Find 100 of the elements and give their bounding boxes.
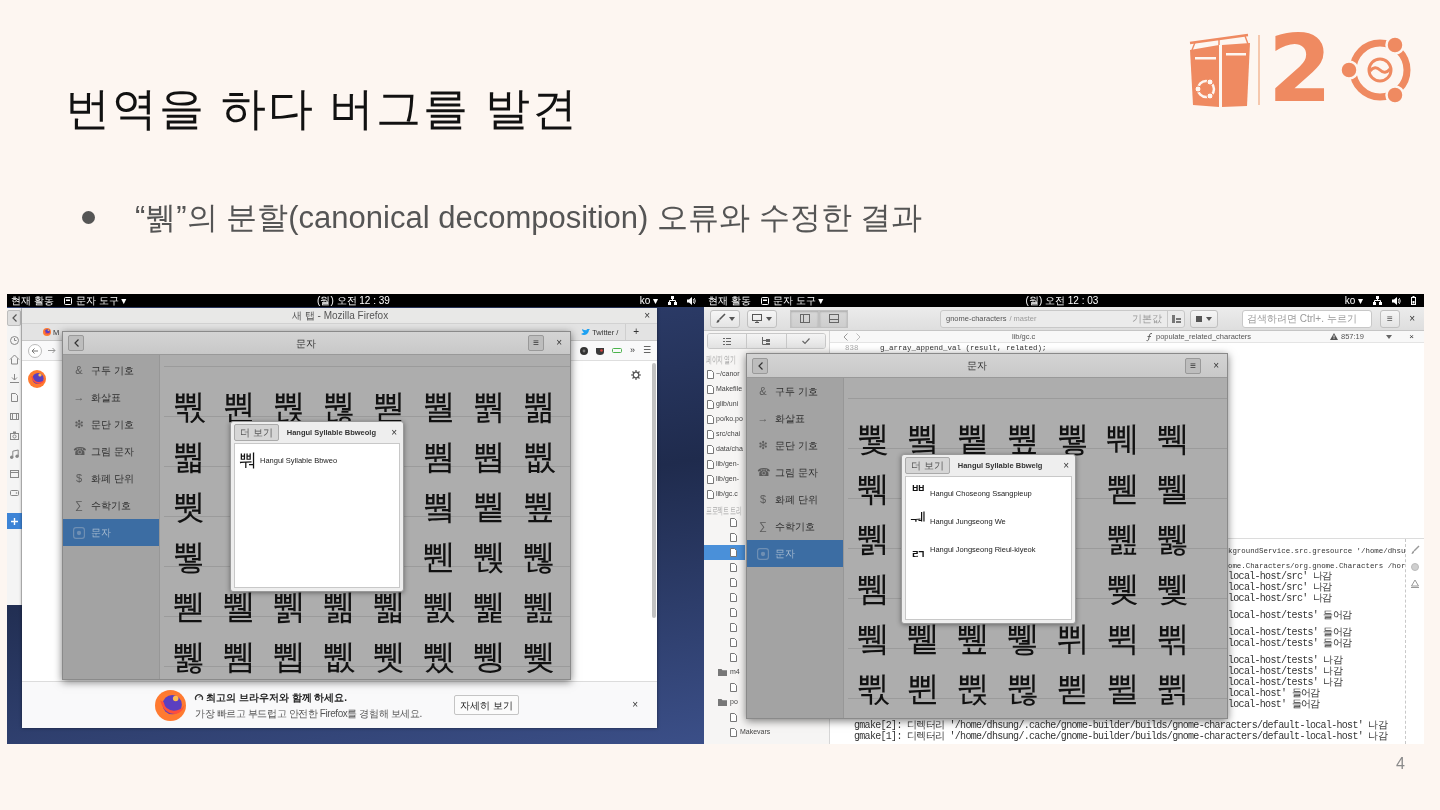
close-button[interactable]: ×	[641, 310, 653, 321]
character-tile[interactable]: 쀈	[422, 539, 456, 574]
character-tile[interactable]: 쀚	[522, 639, 556, 674]
app-menu[interactable]: 문자 도구 ▾	[63, 294, 127, 308]
character-tile[interactable]: 쀒	[1106, 521, 1140, 556]
search-field[interactable]: 검색하려면 Ctrl+. 누르기	[1242, 309, 1372, 328]
character-tile[interactable]: 쀎	[322, 589, 356, 624]
back-button[interactable]	[68, 335, 84, 352]
category-item[interactable]: & 구두 기호	[747, 378, 843, 406]
volume-icon[interactable]	[1392, 296, 1401, 305]
gear-icon[interactable]	[631, 370, 641, 381]
character-tile[interactable]: 쀒	[522, 589, 556, 624]
language-menu[interactable]: ko ▾	[639, 294, 658, 308]
character-tile[interactable]: 쀗	[372, 639, 406, 674]
battery-icon[interactable]	[1411, 296, 1416, 306]
character-tile[interactable]: 쀦	[1006, 671, 1040, 706]
download-icon[interactable]	[9, 374, 19, 384]
category-item[interactable]: ❇ 문단 기호	[63, 411, 159, 439]
menu-button[interactable]: ≡	[1185, 357, 1202, 374]
open-pages-tab[interactable]	[708, 334, 748, 349]
close-button[interactable]: ×	[629, 700, 641, 711]
stop-button[interactable]	[1190, 309, 1218, 328]
learn-more-button[interactable]: 자세히 보기	[454, 695, 519, 716]
character-tile[interactable]: 쀋	[1106, 471, 1140, 506]
character-tile[interactable]: 쀙	[472, 639, 506, 674]
character-tile[interactable]: 쀀	[906, 421, 940, 456]
close-button[interactable]: ×	[1406, 332, 1417, 341]
category-item[interactable]: ❇ 문단 기호	[747, 432, 843, 460]
character-tile[interactable]: 뿸	[422, 439, 456, 474]
character-tile[interactable]: 쀨	[1106, 671, 1140, 706]
drive-icon[interactable]	[9, 488, 19, 498]
back-button[interactable]	[7, 310, 21, 327]
character-tile[interactable]: 뿿	[856, 421, 890, 456]
character-tile[interactable]: 쀅	[1156, 421, 1190, 456]
todo-tab[interactable]	[786, 334, 825, 349]
category-item[interactable]: ☎ 그림 문자	[63, 438, 159, 466]
character-tile[interactable]: 쀝	[906, 621, 940, 656]
shield-icon[interactable]	[595, 346, 604, 355]
document-icon[interactable]	[9, 393, 19, 403]
character-tile[interactable]: 뿲	[522, 389, 556, 424]
app-menu[interactable]: 문자 도구 ▾	[760, 294, 824, 308]
category-item[interactable]: & 구두 기호	[63, 357, 159, 385]
menu-button[interactable]: ≡	[1380, 309, 1400, 328]
category-item[interactable]: ☎ 그림 문자	[747, 459, 843, 487]
character-tile[interactable]: 쀩	[1156, 671, 1190, 706]
character-tile[interactable]: 쀔	[856, 571, 890, 606]
character-tile[interactable]: 쀛	[1156, 571, 1190, 606]
film-icon[interactable]	[9, 412, 19, 422]
build-button[interactable]	[1167, 310, 1184, 327]
character-tile[interactable]: 쀕	[272, 639, 306, 674]
character-tile[interactable]: 뿰	[422, 389, 456, 424]
character-tile[interactable]: 쀄	[1106, 421, 1140, 456]
scrollbar[interactable]	[652, 363, 656, 619]
character-tile[interactable]: 쀍	[856, 521, 890, 556]
character-tile[interactable]: 쀓	[1156, 521, 1190, 556]
character-tile[interactable]: 뿱	[472, 389, 506, 424]
camera-icon[interactable]	[9, 431, 19, 441]
clock[interactable]: (월) 오전 12 : 39	[317, 294, 390, 308]
category-item[interactable]: $ 화폐 단위	[747, 486, 843, 514]
character-tile[interactable]: 쀃	[1056, 421, 1090, 456]
left-panel-toggle[interactable]	[790, 309, 819, 328]
character-tile[interactable]: 뿫	[172, 389, 206, 424]
category-item[interactable]: $ 화폐 단위	[63, 465, 159, 493]
character-tile[interactable]: 쀍	[272, 589, 306, 624]
character-tile[interactable]: 쀔	[222, 639, 256, 674]
language-menu[interactable]: ko ▾	[1344, 294, 1363, 308]
close-button[interactable]: ×	[1210, 360, 1222, 371]
new-tab-button[interactable]: +	[629, 324, 643, 341]
category-item[interactable]: ∑ 수학기호	[63, 492, 159, 520]
volume-icon[interactable]	[687, 296, 696, 305]
character-tile[interactable]: 쀏	[372, 589, 406, 624]
character-tile[interactable]: 쀘	[422, 639, 456, 674]
add-button[interactable]	[7, 513, 22, 530]
character-tile[interactable]: 뿻	[172, 489, 206, 524]
network-icon[interactable]	[1373, 296, 1382, 306]
character-tile[interactable]: 쀂	[522, 489, 556, 524]
character-tile[interactable]: 쀊	[522, 539, 556, 574]
circle-icon[interactable]	[579, 346, 588, 355]
character-tile[interactable]: 쀌	[1156, 471, 1190, 506]
category-item[interactable]: → 화살표	[747, 405, 843, 433]
character-tile[interactable]: 쀟	[1006, 621, 1040, 656]
tree-item[interactable]	[704, 545, 745, 561]
character-tile[interactable]: 뿺	[522, 439, 556, 474]
character-tile[interactable]: 쀓	[172, 639, 206, 674]
character-tile[interactable]: 쀁	[472, 489, 506, 524]
category-item[interactable]: ∑ 수학기호	[747, 513, 843, 541]
character-tile[interactable]: 쀉	[472, 539, 506, 574]
character-tile[interactable]: 쀡	[1106, 621, 1140, 656]
character-tile[interactable]: 뿹	[472, 439, 506, 474]
clock-icon[interactable]	[9, 336, 19, 346]
character-tile[interactable]: 쀀	[422, 489, 456, 524]
character-tile[interactable]: 쀂	[1006, 421, 1040, 456]
character-tile[interactable]: 쀁	[956, 421, 990, 456]
character-tile[interactable]: 쀋	[172, 589, 206, 624]
brush-menu-button[interactable]	[710, 309, 740, 328]
activities-button[interactable]: 현재 활동	[11, 294, 54, 308]
brush-icon[interactable]	[1411, 546, 1419, 555]
character-tile[interactable]: 쀆	[856, 471, 890, 506]
character-tile[interactable]: 뿳	[172, 439, 206, 474]
character-tile[interactable]: 쀠	[1056, 621, 1090, 656]
